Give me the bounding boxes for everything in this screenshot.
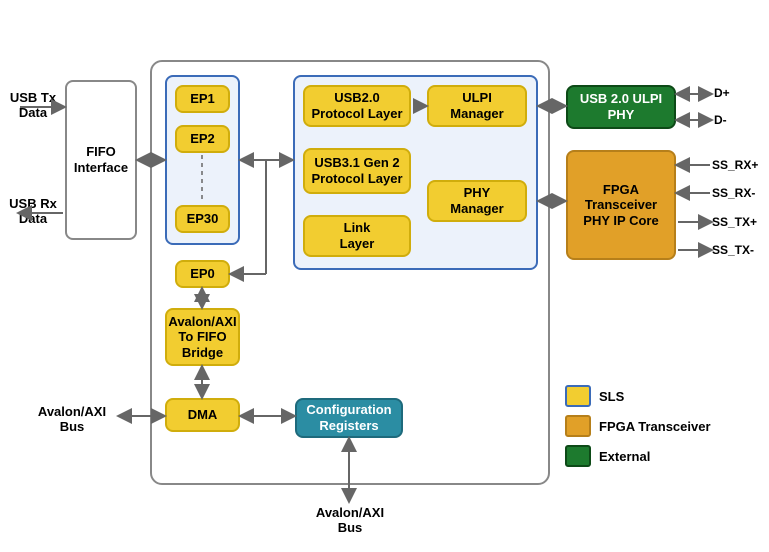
ep30-label: EP30 xyxy=(187,211,219,227)
ulpi-manager-label: ULPI Manager xyxy=(450,90,503,121)
fifo-interface-box: FIFO Interface xyxy=(65,80,137,240)
config-registers-block: Configuration Registers xyxy=(295,398,403,438)
bridge-label: Avalon/AXI To FIFO Bridge xyxy=(168,314,236,361)
ep1-label: EP1 xyxy=(190,91,215,107)
fpga-phy-block: FPGA Transceiver PHY IP Core xyxy=(566,150,676,260)
bridge-block: Avalon/AXI To FIFO Bridge xyxy=(165,308,240,366)
link-layer-label: Link Layer xyxy=(340,220,375,251)
ss-tx-plus-label: SS_TX+ xyxy=(712,215,757,229)
ulpi-phy-block: USB 2.0 ULPI PHY xyxy=(566,85,676,129)
legend-ext-label: External xyxy=(599,449,650,464)
diagram-canvas: FIFO Interface EP1 EP2 EP30 EP0 Avalon/A… xyxy=(0,0,769,552)
legend-sls-label: SLS xyxy=(599,389,624,404)
ep1-block: EP1 xyxy=(175,85,230,113)
ep0-label: EP0 xyxy=(190,266,215,282)
legend-ext-swatch xyxy=(565,445,591,467)
ep2-label: EP2 xyxy=(190,131,215,147)
usb-tx-data-label: USB Tx Data xyxy=(4,90,62,120)
ep30-block: EP30 xyxy=(175,205,230,233)
usb31-protocol-block: USB3.1 Gen 2 Protocol Layer xyxy=(303,148,411,194)
legend-fpga-swatch xyxy=(565,415,591,437)
usb31-protocol-label: USB3.1 Gen 2 Protocol Layer xyxy=(311,155,402,186)
avalon-axi-bus-left-label: Avalon/AXI Bus xyxy=(27,404,117,434)
ss-tx-minus-label: SS_TX- xyxy=(712,243,754,257)
usb20-protocol-label: USB2.0 Protocol Layer xyxy=(311,90,402,121)
phy-manager-block: PHY Manager xyxy=(427,180,527,222)
d-plus-label: D+ xyxy=(714,86,730,100)
fpga-phy-label: FPGA Transceiver PHY IP Core xyxy=(583,182,658,229)
legend-fpga-label: FPGA Transceiver xyxy=(599,419,711,434)
ss-rx-plus-label: SS_RX+ xyxy=(712,158,758,172)
ulpi-phy-label: USB 2.0 ULPI PHY xyxy=(580,91,662,122)
dma-label: DMA xyxy=(188,407,218,423)
dma-block: DMA xyxy=(165,398,240,432)
fifo-interface-label: FIFO Interface xyxy=(74,144,128,175)
d-minus-label: D- xyxy=(714,113,727,127)
ulpi-manager-block: ULPI Manager xyxy=(427,85,527,127)
usb-rx-data-label: USB Rx Data xyxy=(4,196,62,226)
phy-manager-label: PHY Manager xyxy=(450,185,503,216)
avalon-axi-bus-bottom-label: Avalon/AXI Bus xyxy=(300,505,400,535)
legend-fpga: FPGA Transceiver xyxy=(565,415,711,437)
legend-sls: SLS xyxy=(565,385,624,407)
config-registers-label: Configuration Registers xyxy=(306,402,391,433)
ss-rx-minus-label: SS_RX- xyxy=(712,186,755,200)
ep0-block: EP0 xyxy=(175,260,230,288)
legend-ext: External xyxy=(565,445,650,467)
legend-sls-swatch xyxy=(565,385,591,407)
ep2-block: EP2 xyxy=(175,125,230,153)
usb20-protocol-block: USB2.0 Protocol Layer xyxy=(303,85,411,127)
link-layer-block: Link Layer xyxy=(303,215,411,257)
